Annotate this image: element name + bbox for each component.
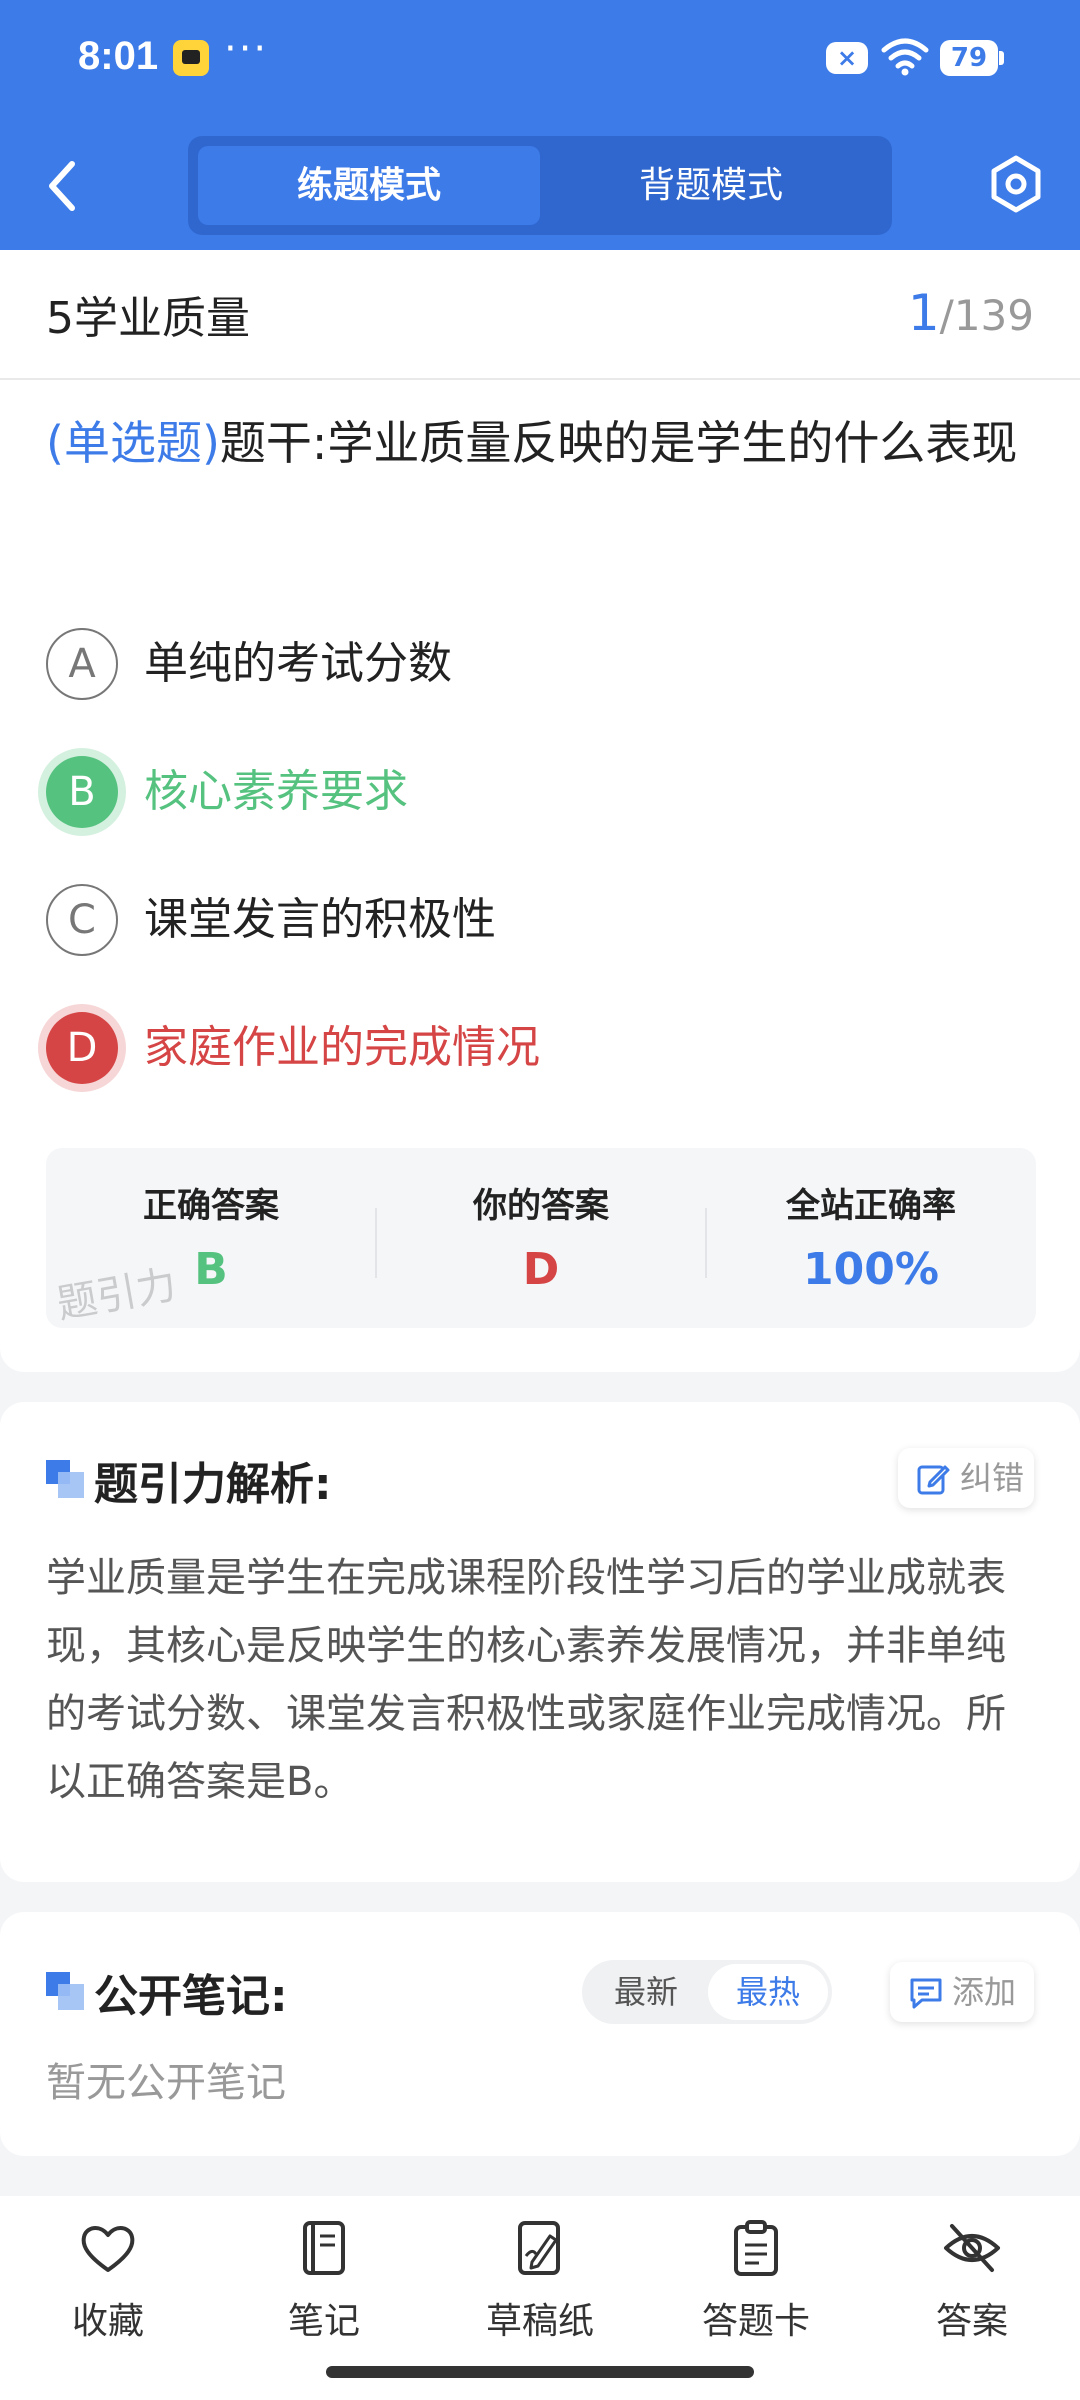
- option-d[interactable]: D 家庭作业的完成情况: [46, 1008, 1036, 1088]
- notebook-icon: [303, 2221, 345, 2275]
- analysis-text: 学业质量是学生在完成课程阶段性学习后的学业成就表现，其核心是反映学生的核心素养发…: [46, 1555, 1006, 1805]
- settings-icon[interactable]: [986, 154, 1046, 214]
- analysis-card: 题引力解析: 纠错 学业质量是学生在完成课程阶段性学习后的学业成就表现，其核心是…: [0, 1402, 1080, 1882]
- draft-pen-icon: [518, 2221, 560, 2275]
- question-card: 5学业质量 1/139 (单选题)题干:学业质量反映的是学生的什么表现 A 单纯…: [0, 250, 1080, 1372]
- your-answer-label: 你的答案: [473, 1186, 609, 1226]
- answer-summary: 正确答案 B 你的答案 D 全站正确率 100% 题引力: [46, 1148, 1036, 1328]
- more-notifications-icon: ···: [224, 26, 269, 72]
- nav-favorite[interactable]: 收藏: [18, 2218, 198, 2358]
- question-text: 题干:学业质量反映的是学生的什么表现: [219, 416, 1018, 470]
- option-letter: D: [46, 1012, 118, 1084]
- option-letter: C: [46, 884, 118, 956]
- section-title: 5学业质量: [46, 293, 250, 344]
- progress-total: /139: [939, 291, 1034, 340]
- add-note-button[interactable]: 添加: [890, 1962, 1034, 2022]
- nav-answer-sheet[interactable]: 答题卡: [666, 2218, 846, 2358]
- analysis-title: 题引力解析:: [94, 1459, 332, 1510]
- public-notes-card: 公开笔记: 最新 最热 添加 暂无公开笔记: [0, 1912, 1080, 2156]
- report-error-button[interactable]: 纠错: [898, 1448, 1034, 1508]
- option-b[interactable]: B 核心素养要求: [46, 752, 1036, 832]
- app-notification-icon: [173, 40, 209, 76]
- option-text: 家庭作业的完成情况: [144, 1022, 540, 1073]
- accuracy-col: 全站正确率 100%: [706, 1148, 1036, 1328]
- tab-practice-mode[interactable]: 练题模式: [198, 146, 540, 225]
- section-marker-icon: [46, 1972, 84, 2010]
- empty-notes-text: 暂无公开笔记: [46, 2060, 286, 2106]
- nav-toggle-answer[interactable]: 答案: [882, 2218, 1062, 2358]
- battery-icon: 79: [940, 40, 1004, 76]
- accuracy-label: 全站正确率: [786, 1186, 956, 1226]
- option-text: 课堂发言的积极性: [144, 894, 496, 945]
- edit-icon: [917, 1465, 950, 1495]
- report-error-label: 纠错: [960, 1459, 1025, 1497]
- nav-label: 答题卡: [701, 2301, 810, 2342]
- status-time: 8:01: [78, 34, 159, 78]
- notes-sort-toggle: 最新 最热: [582, 1960, 832, 2024]
- nav-notes[interactable]: 笔记: [234, 2218, 414, 2358]
- option-text: 单纯的考试分数: [144, 638, 452, 689]
- home-indicator[interactable]: [326, 2366, 754, 2378]
- notes-title: 公开笔记:: [94, 1971, 288, 2022]
- heart-icon: [81, 2226, 135, 2272]
- comment-icon: [910, 1978, 942, 2009]
- eye-off-icon: [944, 2224, 1000, 2272]
- divider: [0, 378, 1080, 380]
- back-chevron-icon[interactable]: [36, 150, 92, 222]
- your-answer-value: D: [522, 1244, 560, 1295]
- add-note-label: 添加: [952, 1973, 1017, 2011]
- notification-badge-icon: ×: [826, 42, 868, 74]
- option-c[interactable]: C 课堂发言的积极性: [46, 880, 1036, 960]
- nav-label: 笔记: [287, 2301, 360, 2342]
- status-bar: 8:01 ··· × 79: [0, 0, 1080, 118]
- your-answer-col: 你的答案 D: [376, 1148, 706, 1328]
- accuracy-value: 100%: [803, 1244, 939, 1295]
- nav-draft[interactable]: 草稿纸: [450, 2218, 630, 2358]
- option-letter: A: [46, 628, 118, 700]
- nav-label: 答案: [935, 2301, 1008, 2342]
- sort-hot[interactable]: 最热: [708, 1964, 828, 2020]
- progress-current: 1: [907, 284, 940, 342]
- option-text: 核心素养要求: [144, 766, 408, 817]
- tab-memorize-mode[interactable]: 背题模式: [540, 146, 882, 225]
- option-a[interactable]: A 单纯的考试分数: [46, 624, 1036, 704]
- sort-latest[interactable]: 最新: [586, 1964, 706, 2020]
- wifi-icon: [881, 38, 929, 76]
- section-marker-icon: [46, 1460, 84, 1498]
- header: 8:01 ··· × 79 练题模式 背题模式: [0, 0, 1080, 250]
- question-progress: 1/139: [908, 284, 1034, 342]
- clipboard-icon: [734, 2220, 778, 2276]
- nav-label: 收藏: [71, 2301, 144, 2342]
- nav-label: 草稿纸: [485, 2301, 594, 2342]
- correct-answer-label: 正确答案: [143, 1186, 279, 1226]
- question-type: (单选题): [46, 416, 220, 470]
- question-stem: (单选题)题干:学业质量反映的是学生的什么表现: [46, 400, 1036, 486]
- option-letter: B: [46, 756, 118, 828]
- mode-toggle: 练题模式 背题模式: [188, 136, 892, 235]
